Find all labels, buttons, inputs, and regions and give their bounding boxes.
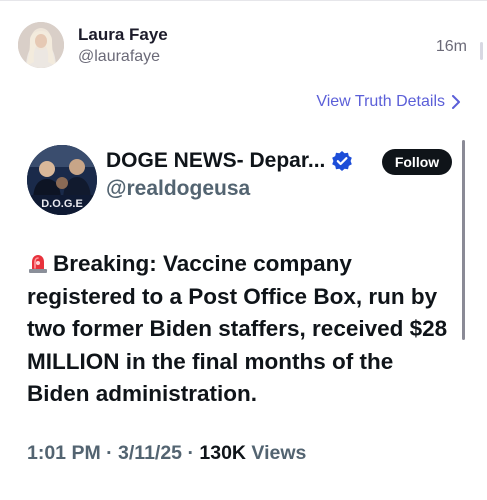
embed-date: 3/11/25 xyxy=(118,442,183,464)
embed-scrollbar[interactable] xyxy=(462,140,465,340)
embed-views-count: 130K xyxy=(199,442,246,464)
embed-account-name[interactable]: DOGE NEWS- Depar... xyxy=(106,149,353,173)
meta-separator: · xyxy=(106,442,113,464)
police-light-icon xyxy=(29,255,47,273)
embed-tweet-text: Breaking: Vaccine company registered to … xyxy=(27,251,448,406)
meta-separator: · xyxy=(187,442,194,464)
embed-avatar-text: D.O.G.E xyxy=(41,198,83,210)
author-info: Laura Faye @laurafaye xyxy=(78,25,168,67)
embed-views-label: Views xyxy=(251,442,307,464)
page-scrollbar[interactable] xyxy=(480,42,483,60)
embed-account-handle[interactable]: @realdogeusa xyxy=(106,177,250,201)
embedded-post[interactable]: D.O.G.E DOGE NEWS- Depar... @realdogeusa… xyxy=(0,124,487,500)
view-details-label: View Truth Details xyxy=(316,93,445,110)
author-avatar[interactable] xyxy=(18,22,64,68)
embed-time: 1:01 PM xyxy=(27,442,101,464)
view-details-link[interactable]: View Truth Details xyxy=(316,93,461,111)
embed-tweet-meta: 1:01 PM · 3/11/25 · 130K Views xyxy=(27,442,306,465)
top-divider xyxy=(0,0,487,1)
author-name[interactable]: Laura Faye xyxy=(78,25,168,45)
post-timestamp: 16m xyxy=(435,38,467,55)
chevron-right-icon xyxy=(452,95,460,109)
embed-avatar[interactable]: D.O.G.E xyxy=(27,145,97,215)
post-header: Laura Faye @laurafaye 16m xyxy=(18,22,473,72)
verified-badge-icon xyxy=(332,151,353,171)
embed-name-text: DOGE NEWS- Depar... xyxy=(106,149,326,172)
author-handle[interactable]: @laurafaye xyxy=(78,47,168,67)
embed-tweet-body: Breaking: Vaccine company registered to … xyxy=(27,248,457,411)
follow-button[interactable]: Follow xyxy=(382,149,452,175)
